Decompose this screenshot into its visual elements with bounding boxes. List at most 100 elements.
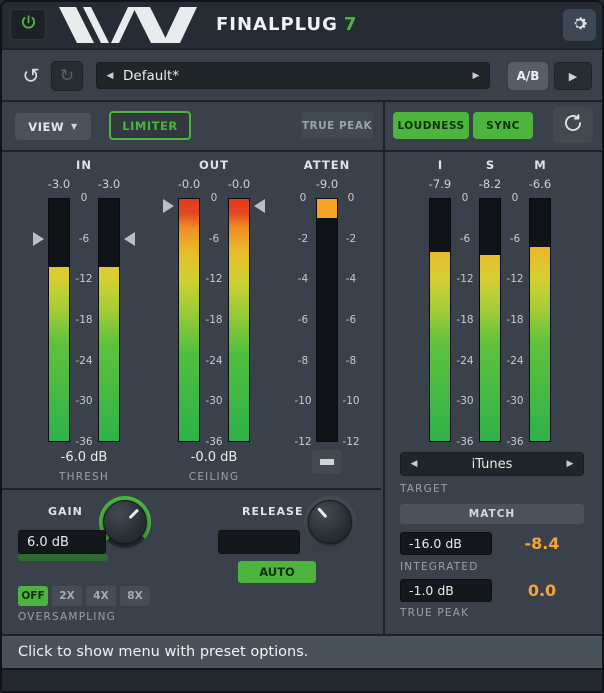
gain-label: GAIN [48, 505, 83, 518]
scale-tick: -36 [451, 436, 479, 448]
scale-tick: -12 [70, 273, 98, 285]
divider [2, 150, 602, 152]
gain-knob[interactable] [99, 496, 151, 548]
undo-button[interactable]: ↺ [15, 61, 47, 91]
out-meter-right [228, 198, 250, 442]
view-menu-button[interactable]: VIEW ▼ [15, 113, 91, 140]
integrated-readout: -8.4 [507, 534, 577, 553]
attenuation-meter-group: ATTEN -9.0 0-2-4-6-8-10-12 0-2-4-6-8-10-… [290, 158, 364, 488]
preset-step-button[interactable]: ▶ [554, 62, 592, 90]
scale-tick: -18 [200, 314, 228, 326]
os-label: 4X [93, 590, 108, 602]
gear-icon [570, 14, 589, 37]
threshold-marker-right-icon[interactable] [124, 232, 135, 246]
oversampling-8x-button[interactable]: 8X [120, 586, 150, 606]
momentary-meter [529, 198, 551, 442]
sync-label: SYNC [486, 120, 520, 132]
scale-tick: -24 [501, 355, 529, 367]
scale-tick: -4 [290, 273, 316, 285]
scale-tick: 0 [290, 192, 316, 204]
footer-bar [2, 668, 602, 691]
auto-release-button[interactable]: AUTO [238, 561, 316, 583]
tab-limiter[interactable]: LIMITER [109, 111, 191, 140]
power-icon [20, 14, 37, 35]
oversampling-4x-button[interactable]: 4X [86, 586, 116, 606]
next-target-icon[interactable]: ▶ [557, 459, 583, 469]
release-value-field[interactable] [218, 530, 300, 554]
in-meter-left [48, 198, 70, 442]
meter-options-button[interactable] [312, 450, 342, 474]
integrated-meter [429, 198, 451, 442]
scale-tick: -12 [451, 273, 479, 285]
scale-tick: -24 [451, 355, 479, 367]
auto-label: AUTO [259, 565, 295, 579]
in-meter-right [98, 198, 120, 442]
atten-meter [316, 198, 338, 442]
scale-tick: -36 [501, 436, 529, 448]
app-title-text: FINALPLUG [216, 14, 338, 35]
threshold-value[interactable]: -6.0 dB [38, 450, 130, 465]
scale-tick: -12 [290, 436, 316, 448]
scale-tick: -24 [200, 355, 228, 367]
ceiling-marker-right-icon[interactable] [254, 199, 265, 213]
target-name[interactable]: iTunes [427, 457, 557, 472]
peak-value: -6.6 [522, 177, 558, 191]
settings-button[interactable] [563, 9, 596, 41]
sync-toggle[interactable]: SYNC [473, 112, 533, 139]
scale-tick: -2 [338, 233, 364, 245]
oversampling-2x-button[interactable]: 2X [52, 586, 82, 606]
gain-range-bar [18, 554, 108, 561]
limiter-label: LIMITER [122, 119, 177, 133]
next-preset-icon[interactable]: ▶ [463, 71, 489, 81]
meter-scale: 0-2-4-6-8-10-12 [338, 198, 364, 442]
loudness-toggle[interactable]: LOUDNESS [393, 112, 469, 139]
oversampling-off-button[interactable]: OFF [18, 586, 48, 606]
scale-tick: -10 [290, 395, 316, 407]
peak-value: -0.0 [221, 177, 257, 191]
in-group-label: IN [48, 158, 120, 172]
scale-tick: -24 [70, 355, 98, 367]
app-title: FINALPLUG7 [216, 2, 357, 48]
preset-name[interactable]: Default* [123, 68, 463, 84]
scale-tick: -30 [70, 395, 98, 407]
redo-icon: ↻ [60, 66, 74, 86]
scale-tick: -12 [338, 436, 364, 448]
match-button[interactable]: MATCH [400, 504, 584, 524]
ab-compare-button[interactable]: A/B [508, 62, 548, 90]
scale-tick: -6 [200, 233, 228, 245]
previous-target-icon[interactable]: ◀ [401, 459, 427, 469]
peak-value: -3.0 [91, 177, 127, 191]
true-peak-toggle[interactable]: TRUE PEAK [301, 112, 373, 139]
meter-scale: 0-6-12-18-24-30-36 [70, 198, 98, 442]
true-peak-label: TRUE PEAK [302, 120, 372, 132]
ceiling-marker-left-icon[interactable] [163, 199, 174, 213]
scale-tick: 0 [70, 192, 98, 204]
ceiling-value[interactable]: -0.0 dB [168, 450, 260, 465]
integrated-target-field[interactable]: -16.0 dB [400, 532, 492, 555]
scale-tick: -6 [290, 314, 316, 326]
power-button[interactable] [10, 9, 46, 40]
meter-scale: 0-2-4-6-8-10-12 [290, 198, 316, 442]
previous-preset-icon[interactable]: ◀ [97, 71, 123, 81]
meter-fill [179, 199, 199, 441]
scale-tick: 0 [338, 192, 364, 204]
redo-button[interactable]: ↻ [51, 61, 83, 91]
true-peak-target-field[interactable]: -1.0 dB [400, 579, 492, 602]
gain-value-field[interactable]: 6.0 dB [18, 530, 106, 554]
target-selector[interactable]: ◀ iTunes ▶ [400, 452, 584, 476]
scale-tick: -30 [200, 395, 228, 407]
view-label: VIEW [28, 120, 64, 134]
release-knob[interactable] [304, 496, 356, 548]
preset-selector[interactable]: ◀ Default* ▶ [96, 62, 490, 89]
scale-tick: -12 [200, 273, 228, 285]
input-meter-group: IN -3.0 -3.0 0-6-12-18-24-30-36 -6.0 dB … [48, 158, 120, 488]
scale-tick: -36 [200, 436, 228, 448]
scale-tick: -10 [338, 395, 364, 407]
reset-loudness-button[interactable] [553, 107, 593, 143]
oversampling-caption: OVERSAMPLING [18, 611, 116, 623]
ism-label: M [522, 158, 558, 172]
threshold-marker-left-icon[interactable] [33, 232, 44, 246]
threshold-caption: THRESH [34, 471, 134, 483]
out-group-label: OUT [178, 158, 250, 172]
meter-fill [430, 252, 450, 441]
